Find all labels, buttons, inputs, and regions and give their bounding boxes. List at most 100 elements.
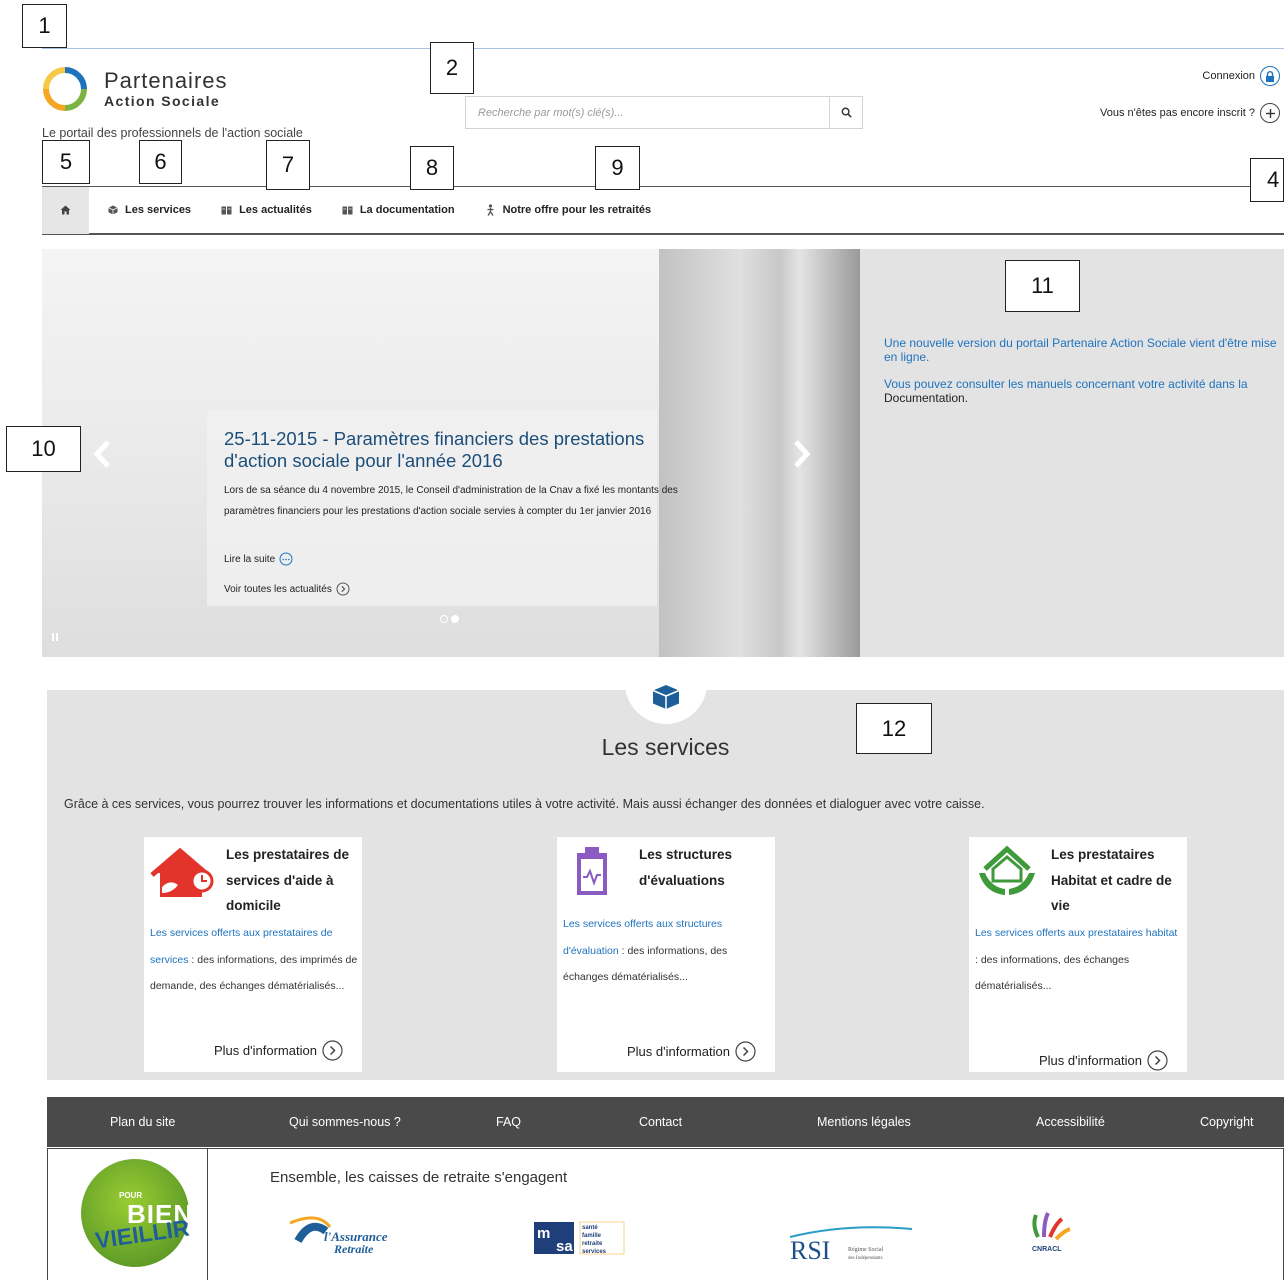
card-text-rest: : des informations, des échanges dématér… (975, 953, 1130, 993)
more-info-label: Plus d'information (1039, 1053, 1142, 1068)
callout-6: 6 (139, 140, 182, 184)
partners-heading: Ensemble, les caisses de retraite s'enga… (270, 1169, 568, 1186)
callout-9: 9 (595, 146, 640, 190)
svg-text:Régime Social: Régime Social (848, 1247, 883, 1253)
more-info-link[interactable]: Plus d'information (627, 1041, 756, 1062)
site-logo[interactable]: Partenaires Action Sociale (42, 66, 242, 114)
service-card-aide-domicile[interactable]: Les prestataires de services d'aide à do… (144, 837, 362, 1072)
nav-documentation-label: La documentation (359, 204, 455, 216)
assurance-retraite-logo-icon: l'Assurance Retraite (289, 1216, 388, 1256)
footer-link-faq[interactable]: FAQ (496, 1115, 521, 1129)
callout-2: 2 (430, 42, 474, 94)
news-paragraph-2-text: Vous pouvez consulter les manuels concer… (884, 377, 1248, 391)
svg-text:services: services (582, 1249, 607, 1255)
house-hands-icon (979, 845, 1035, 895)
search-icon (841, 107, 852, 118)
chevron-circle-icon (735, 1041, 756, 1062)
nav-home[interactable] (42, 186, 89, 234)
service-card-habitat[interactable]: Les prestataires Habitat et cadre de vie… (969, 837, 1187, 1072)
login-label: Connexion (1202, 70, 1255, 82)
nav-services[interactable]: Les services (108, 204, 191, 216)
callout-10: 10 (6, 426, 81, 472)
partner-assurance-retraite[interactable]: l'Assurance Retraite (278, 1207, 398, 1267)
register-label: Vous n'êtes pas encore inscrit ? (1100, 107, 1255, 119)
card-text: Les services offerts aux prestataires ha… (975, 920, 1183, 1000)
footer-link-accessibilite[interactable]: Accessibilité (1036, 1115, 1105, 1129)
callout-5: 5 (42, 140, 90, 184)
slider-pause-button[interactable] (52, 633, 58, 641)
register-link[interactable]: Vous n'êtes pas encore inscrit ? (1100, 103, 1280, 123)
bien-vieillir-logo[interactable]: POUR BIEN VIEILLIR (81, 1159, 192, 1267)
more-info-label: Plus d'information (214, 1043, 317, 1058)
footer-link-mentions[interactable]: Mentions légales (817, 1115, 911, 1129)
svg-text:m: m (537, 1225, 550, 1242)
svg-text:des Indépendants: des Indépendants (848, 1256, 883, 1261)
read-more-link[interactable]: Lire la suite (224, 552, 293, 566)
news-slider: 25-11-2015 - Paramètres financiers des p… (42, 249, 860, 657)
slider-dots (440, 615, 459, 623)
cnracl-logo-icon: CNRACL (1032, 1212, 1071, 1253)
footer-link-plan[interactable]: Plan du site (110, 1115, 175, 1129)
search-button[interactable] (829, 97, 862, 128)
services-title: Les services (601, 734, 730, 760)
nav-actualites-label: Les actualités (239, 204, 312, 216)
callout-4: 4 (1250, 158, 1284, 202)
card-title: Les prestataires de services d'aide à do… (226, 847, 350, 913)
callout-1: 1 (22, 4, 67, 48)
chevron-circle-icon (336, 582, 350, 596)
card-title: Les prestataires Habitat et cadre de vie (1051, 847, 1172, 913)
home-icon (60, 205, 71, 215)
callout-12: 12 (856, 703, 932, 754)
rsi-logo-icon: RSI Régime Social des Indépendants (789, 1226, 913, 1265)
nav-services-label: Les services (125, 204, 192, 216)
nav-retraites[interactable]: Notre offre pour les retraités (485, 204, 651, 216)
nav-documentation[interactable]: La documentation (342, 204, 455, 216)
card-text: Les services offerts aux prestataires de… (150, 920, 358, 1000)
slide-title[interactable]: 25-11-2015 - Paramètres financiers des p… (224, 428, 694, 472)
partner-rsi[interactable]: RSI Régime Social des Indépendants (786, 1207, 916, 1267)
footer-link-contact[interactable]: Contact (639, 1115, 682, 1129)
slider-prev-button[interactable] (92, 439, 114, 469)
chevron-circle-icon (322, 1040, 343, 1061)
cube-icon (652, 685, 680, 709)
svg-text:CNRACL: CNRACL (1032, 1246, 1062, 1253)
book-icon (342, 206, 353, 214)
services-badge (625, 676, 707, 724)
svg-text:RSI: RSI (790, 1236, 830, 1265)
logo-name: Partenaires (104, 68, 228, 93)
service-card-structures-evaluation[interactable]: Les structures d'évaluations Les service… (557, 837, 775, 1072)
news-paragraph-2-end: . (964, 391, 969, 405)
bv-vieillir-text: VIEILLIR (93, 1214, 191, 1254)
partner-msa[interactable]: m sa santé famille retraite services (534, 1207, 634, 1267)
partner-cnracl[interactable]: CNRACL (1020, 1207, 1080, 1267)
svg-text:famille: famille (582, 1233, 602, 1239)
slider-next-button[interactable] (790, 439, 812, 469)
card-text: Les services offerts aux structures d'év… (563, 911, 771, 991)
chevron-circle-icon (1147, 1050, 1168, 1071)
main-nav: Les services Les actualités La documenta… (42, 186, 1284, 235)
news-icon (221, 206, 232, 214)
all-news-link[interactable]: Voir toutes les actualités (224, 582, 350, 596)
footer-nav: Plan du site Qui sommes-nous ? FAQ Conta… (47, 1097, 1284, 1147)
header-top-border (42, 48, 1284, 49)
footer-link-copyright[interactable]: Copyright (1200, 1115, 1254, 1129)
documentation-link[interactable]: Documentation (884, 391, 965, 405)
search-input[interactable] (466, 97, 830, 128)
card-link[interactable]: Les services offerts aux prestataires ha… (975, 927, 1177, 939)
more-info-link[interactable]: Plus d'information (214, 1040, 343, 1061)
nav-actualites[interactable]: Les actualités (221, 204, 312, 216)
footer-link-qui[interactable]: Qui sommes-nous ? (289, 1115, 401, 1129)
login-link[interactable]: Connexion (1202, 66, 1280, 86)
person-icon (487, 204, 494, 216)
logo-subtitle: Action Sociale (104, 93, 221, 109)
more-info-label: Plus d'information (627, 1044, 730, 1059)
footer-partners: POUR BIEN VIEILLIR Ensemble, les caisses… (47, 1148, 1284, 1280)
services-section: Les services Grâce à ces services, vous … (47, 676, 1284, 1080)
callout-11: 11 (1005, 260, 1080, 312)
read-more-label: Lire la suite (224, 553, 276, 565)
slider-dot-2[interactable] (451, 615, 459, 623)
more-info-link[interactable]: Plus d'information (1039, 1050, 1168, 1071)
slider-dot-1[interactable] (440, 615, 448, 623)
callout-8: 8 (410, 146, 454, 190)
svg-text:retraite: retraite (582, 1241, 603, 1247)
